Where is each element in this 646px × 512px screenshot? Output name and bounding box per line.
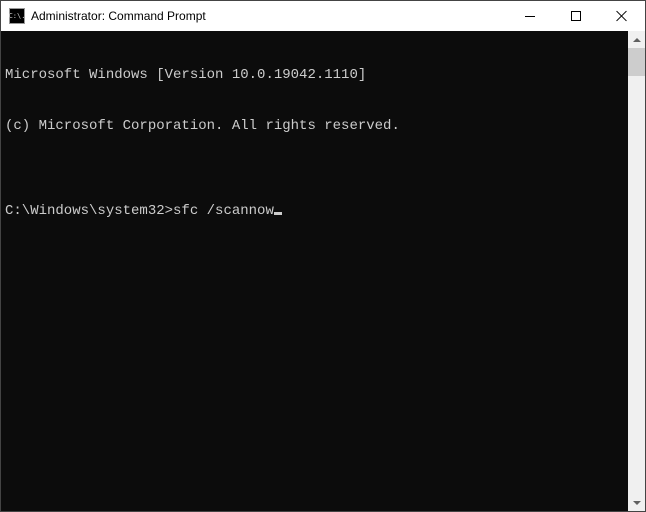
cmd-icon-text: C:\.	[9, 13, 26, 20]
console-output[interactable]: Microsoft Windows [Version 10.0.19042.11…	[1, 31, 628, 511]
window-controls	[507, 1, 645, 31]
command-prompt-window: C:\. Administrator: Command Prompt Micro…	[0, 0, 646, 512]
minimize-button[interactable]	[507, 1, 553, 31]
cmd-icon: C:\.	[9, 8, 25, 24]
minimize-icon	[525, 16, 535, 17]
prompt-text: C:\Windows\system32>	[5, 203, 173, 220]
scroll-track[interactable]	[628, 48, 645, 494]
console-line: Microsoft Windows [Version 10.0.19042.11…	[5, 67, 628, 84]
chevron-down-icon	[633, 501, 641, 505]
chevron-up-icon	[633, 38, 641, 42]
prompt-line: C:\Windows\system32>sfc /scannow	[5, 203, 628, 220]
scroll-up-button[interactable]	[628, 31, 645, 48]
client-area: Microsoft Windows [Version 10.0.19042.11…	[1, 31, 645, 511]
vertical-scrollbar[interactable]	[628, 31, 645, 511]
window-title: Administrator: Command Prompt	[31, 9, 507, 23]
cursor	[274, 212, 282, 215]
titlebar[interactable]: C:\. Administrator: Command Prompt	[1, 1, 645, 31]
command-text: sfc /scannow	[173, 203, 274, 220]
maximize-icon	[571, 11, 581, 21]
scroll-thumb[interactable]	[628, 48, 645, 76]
console-line: (c) Microsoft Corporation. All rights re…	[5, 118, 628, 135]
scroll-down-button[interactable]	[628, 494, 645, 511]
close-icon	[616, 10, 628, 22]
close-button[interactable]	[599, 1, 645, 31]
maximize-button[interactable]	[553, 1, 599, 31]
